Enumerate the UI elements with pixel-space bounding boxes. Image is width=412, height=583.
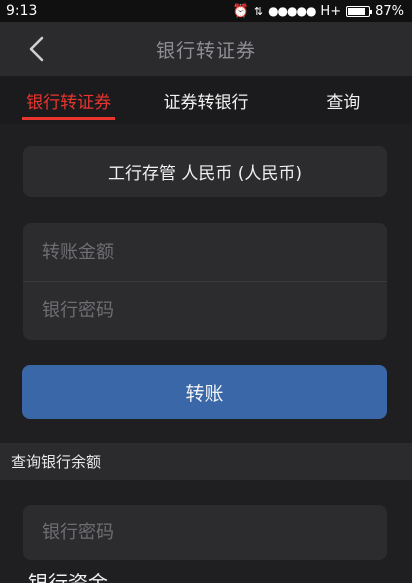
tab-label: 银行转证券 (26, 92, 112, 113)
balance-password-row (23, 505, 387, 560)
page-title: 银行转证券 (155, 39, 256, 62)
account-label: 工行存管 人民币 (人民币) (107, 164, 303, 184)
tab-securities-to-bank[interactable]: 证券转银行 (137, 76, 274, 124)
chevron-left-icon (29, 36, 44, 62)
tab-query[interactable]: 查询 (275, 76, 412, 124)
alarm-clock-icon: ⏰ (232, 3, 249, 19)
amount-row (23, 223, 387, 281)
transfer-form (23, 223, 387, 340)
amount-input[interactable] (42, 223, 387, 281)
back-button[interactable] (24, 35, 48, 63)
battery-icon (346, 5, 373, 17)
data-transfer-icon: ⇅ (253, 4, 264, 18)
bank-password-input[interactable] (42, 282, 387, 339)
status-time: 9:13 (6, 3, 38, 19)
transfer-button[interactable]: 转账 (22, 365, 387, 419)
battery-percent: 87% (375, 3, 404, 19)
tab-label: 证券转银行 (163, 92, 249, 113)
status-icons: ⏰ ⇅ ●●●●● H+ 87% (233, 4, 404, 19)
active-tab-indicator (22, 117, 116, 120)
status-bar: 9:13 ⏰ ⇅ ●●●●● H+ 87% (0, 0, 412, 22)
bank-funds-label: 银行资金 (28, 571, 108, 583)
tab-bar: 银行转证券 证券转银行 查询 (0, 76, 412, 124)
nav-bar: 银行转证券 (0, 22, 412, 76)
battery-fill (348, 7, 366, 15)
balance-password-input[interactable] (42, 505, 387, 560)
balance-password-card (23, 505, 387, 560)
network-type: H+ (320, 3, 342, 19)
tab-label: 查询 (326, 92, 361, 113)
account-selector[interactable]: 工行存管 人民币 (人民币) (23, 146, 387, 197)
balance-section-header: 查询银行余额 (0, 443, 412, 480)
screen: 9:13 ⏰ ⇅ ●●●●● H+ 87% 银行转证券 银行转证券 证券转银行 (0, 0, 412, 583)
section-title: 查询银行余额 (11, 453, 102, 471)
tab-bank-to-securities[interactable]: 银行转证券 (0, 76, 137, 124)
signal-strength-icon: ●●●●● (268, 4, 316, 18)
password-row (23, 281, 387, 339)
